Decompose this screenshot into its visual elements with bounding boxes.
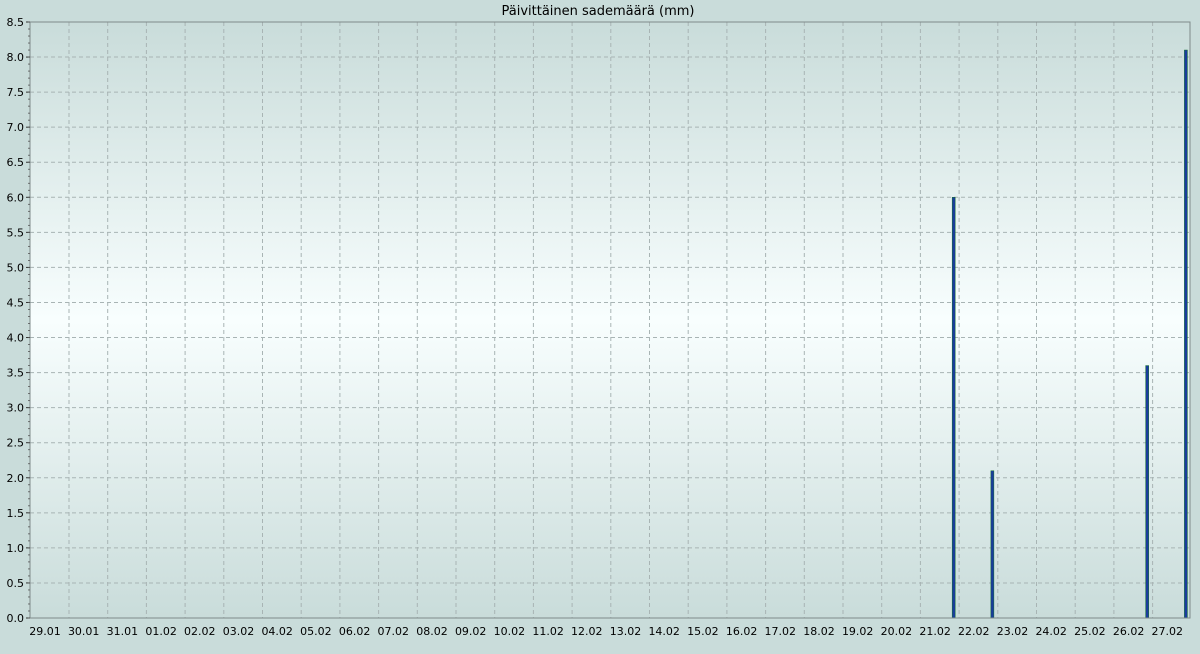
x-tick-label: 25.02 [1074,625,1106,638]
x-tick-label: 16.02 [726,625,758,638]
precipitation-chart: 0.0 0.5 1.0 1.5 2.0 2.5 3.0 3.5 4.0 4.5 5.0 5.5 6.0 6… [0,0,1200,650]
y-tick-label: 5.0 [7,261,25,274]
x-tick-label: 02.02 [184,625,216,638]
y-tick-label: 6.0 [7,191,25,204]
x-tick-label: 17.02 [765,625,797,638]
y-tick-label: 5.5 [7,226,25,239]
x-tick-label: 29.01 [29,625,61,638]
bar-22.02 [990,470,995,619]
x-tick-label: 01.02 [145,625,177,638]
y-tick-label: 6.5 [7,156,25,169]
x-tick-label: 07.02 [378,625,410,638]
x-tick-label: 26.02 [1113,625,1145,638]
chart-svg: 0.0 0.5 1.0 1.5 2.0 2.5 3.0 3.5 4.0 4.5 5.0 5.5 6.0 6… [7,4,1191,638]
x-tick-label: 11.02 [532,625,564,638]
y-tick-label: 3.0 [7,402,25,415]
x-tick-label: 10.02 [494,625,526,638]
x-tick-label: 22.02 [958,625,990,638]
x-tick-label: 27.02 [1152,625,1184,638]
x-tick-label: 23.02 [997,625,1029,638]
y-tick-label: 1.5 [7,507,25,520]
x-tick-label: 20.02 [881,625,913,638]
x-tick-label: 05.02 [300,625,332,638]
y-tick-label: 2.5 [7,437,25,450]
x-tick-label: 21.02 [919,625,951,638]
y-tick-label: 1.0 [7,542,25,555]
x-tick-label: 08.02 [416,625,448,638]
x-tick-label: 18.02 [803,625,835,638]
x-tick-label: 19.02 [842,625,874,638]
bar-27.02 [1184,49,1188,619]
y-tick-label: 7.0 [7,121,25,134]
y-tick-label: 7.5 [7,86,25,99]
y-axis: 0.0 0.5 1.0 1.5 2.0 2.5 3.0 3.5 4.0 4.5 5.0 5.5 6.0 6… [7,16,30,625]
x-tick-label: 14.02 [648,625,680,638]
plot-background [30,22,1190,618]
x-tick-label: 15.02 [687,625,719,638]
y-tick-label: 0.0 [7,612,25,625]
y-tick-label: 4.5 [7,296,25,309]
y-tick-label: 4.0 [7,332,25,345]
y-tick-label: 3.5 [7,367,25,380]
y-tick-label: 2.0 [7,472,25,485]
x-tick-label: 31.01 [107,625,139,638]
y-tick-label: 8.0 [7,51,25,64]
y-tick-label: 0.5 [7,577,25,590]
x-tick-label: 13.02 [610,625,642,638]
x-tick-label: 03.02 [223,625,255,638]
x-tick-label: 24.02 [1035,625,1067,638]
x-tick-label: 12.02 [571,625,603,638]
x-tick-label: 06.02 [339,625,371,638]
x-tick-label: 09.02 [455,625,487,638]
x-axis: 29.01 30.01 31.01 01.02 02.02 03.02 04.02 05.02… [29,625,1183,638]
bar-21.02 [951,197,956,619]
bar-26.02 [1145,365,1149,619]
x-tick-label: 30.01 [68,625,100,638]
y-tick-label: 8.5 [7,16,25,29]
x-tick-label: 04.02 [261,625,293,638]
chart-title: Päivittäinen sademäärä (mm) [501,4,694,19]
